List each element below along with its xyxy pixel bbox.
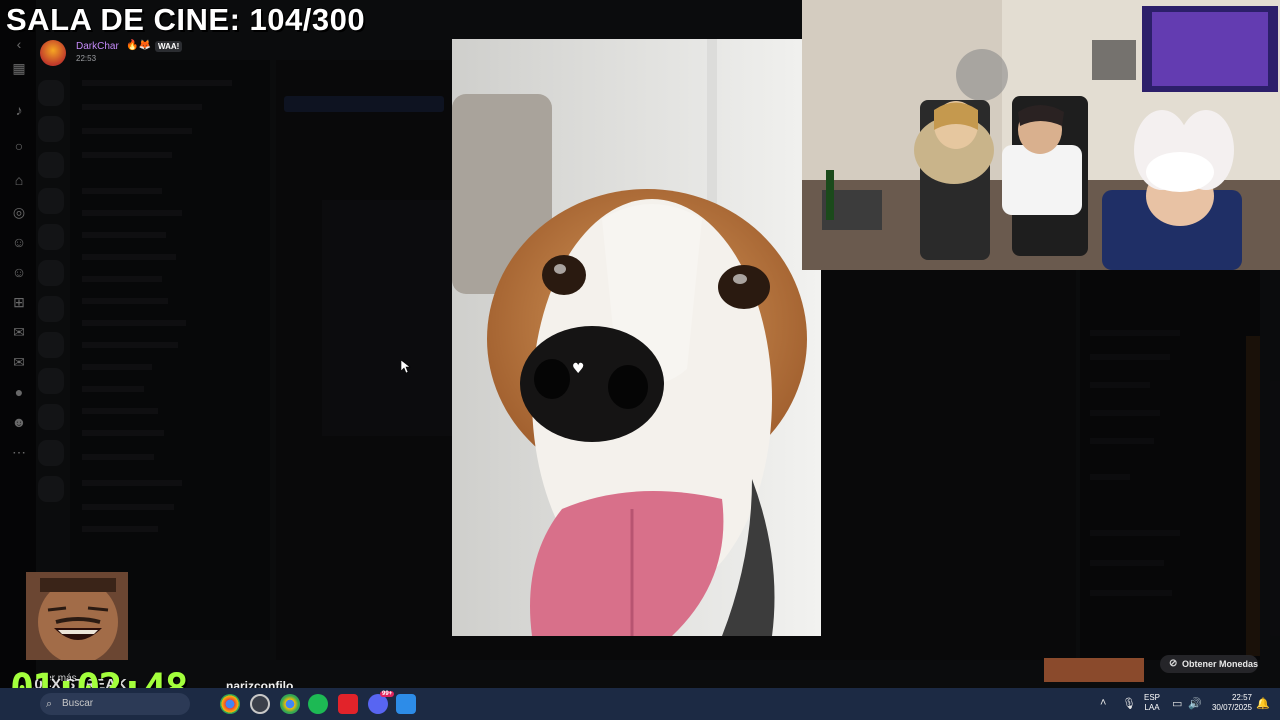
taskbar-search-placeholder: Buscar	[62, 698, 94, 709]
chrome-alt-icon[interactable]	[280, 694, 300, 714]
dog-photo[interactable]: ♥	[452, 39, 821, 636]
obs-icon[interactable]	[250, 694, 270, 714]
windows-taskbar: ⌕ Buscar 99+ ˄ 🎙 ESP LAA ▭ 🔊 22:57 30/07…	[0, 688, 1280, 720]
role-tag: WAA!	[155, 41, 183, 52]
discord-icon[interactable]	[368, 694, 388, 714]
chrome-icon[interactable]	[220, 694, 240, 714]
language-code: ESP	[1144, 693, 1161, 702]
notification-bell-icon[interactable]: 🔔	[1256, 697, 1270, 710]
screen: ‹ ▦ ♪ ○ ⌂ ◎ ☺ ☺ ⊞ ✉ ✉ ● ☻ ⋯	[0, 0, 1280, 720]
language-indicator[interactable]: ESP LAA	[1144, 693, 1160, 713]
clock-date: 30/07/2025	[1211, 703, 1252, 712]
reaction-overlay	[26, 572, 128, 660]
system-clock[interactable]: 22:57 30/07/2025	[1206, 693, 1252, 713]
get-coins-label: Obtener Monedas	[1182, 659, 1259, 669]
author-emoji: 🔥🦊	[126, 40, 151, 51]
author-name[interactable]: DarkChar	[76, 41, 119, 52]
avatar[interactable]	[40, 40, 66, 66]
network-icon[interactable]: ▭	[1172, 697, 1182, 710]
app-icon[interactable]	[396, 694, 416, 714]
streamer-webcam	[802, 0, 1280, 270]
laughing-face-image	[26, 572, 128, 660]
mouse-cursor-icon	[401, 360, 411, 374]
clock-time: 22:57	[1231, 693, 1252, 702]
gift-thumbnail[interactable]	[1044, 658, 1144, 682]
discord-badge: 99+	[380, 691, 395, 697]
dog-illustration	[452, 39, 821, 636]
microphone-icon[interactable]: 🎙	[1122, 697, 1136, 710]
tray-chevron-icon[interactable]: ˄	[1100, 697, 1106, 709]
video-app-icon[interactable]	[338, 694, 358, 714]
coin-icon: ⊘	[1169, 658, 1178, 669]
webcam-scene	[802, 0, 1280, 270]
taskbar-search[interactable]: ⌕ Buscar	[40, 693, 190, 715]
spotify-icon[interactable]	[308, 694, 328, 714]
like-heart-icon[interactable]: ♥	[572, 361, 585, 377]
get-coins-button[interactable]: ⊘ Obtener Monedas	[1160, 655, 1258, 673]
search-icon: ⌕	[46, 698, 53, 710]
room-title: SALA DE CINE: 104/300	[6, 2, 366, 37]
layout-code: LAA	[1144, 703, 1160, 712]
message-time: 22:53	[76, 54, 97, 63]
volume-icon[interactable]: 🔊	[1188, 697, 1202, 710]
